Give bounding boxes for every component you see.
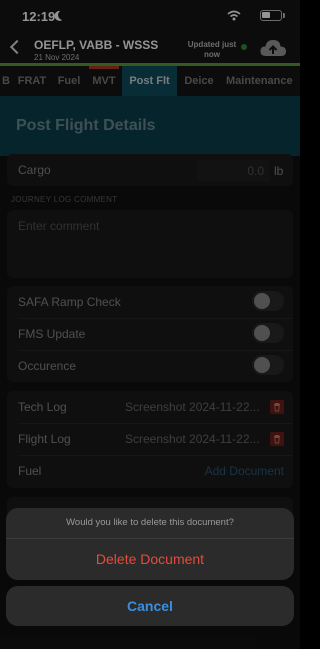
cancel-button[interactable]: Cancel [6, 586, 294, 626]
delete-action-sheet: Would you like to delete this document? … [6, 508, 294, 580]
delete-document-button[interactable]: Delete Document [6, 539, 294, 580]
action-sheet-message: Would you like to delete this document? [66, 517, 234, 528]
